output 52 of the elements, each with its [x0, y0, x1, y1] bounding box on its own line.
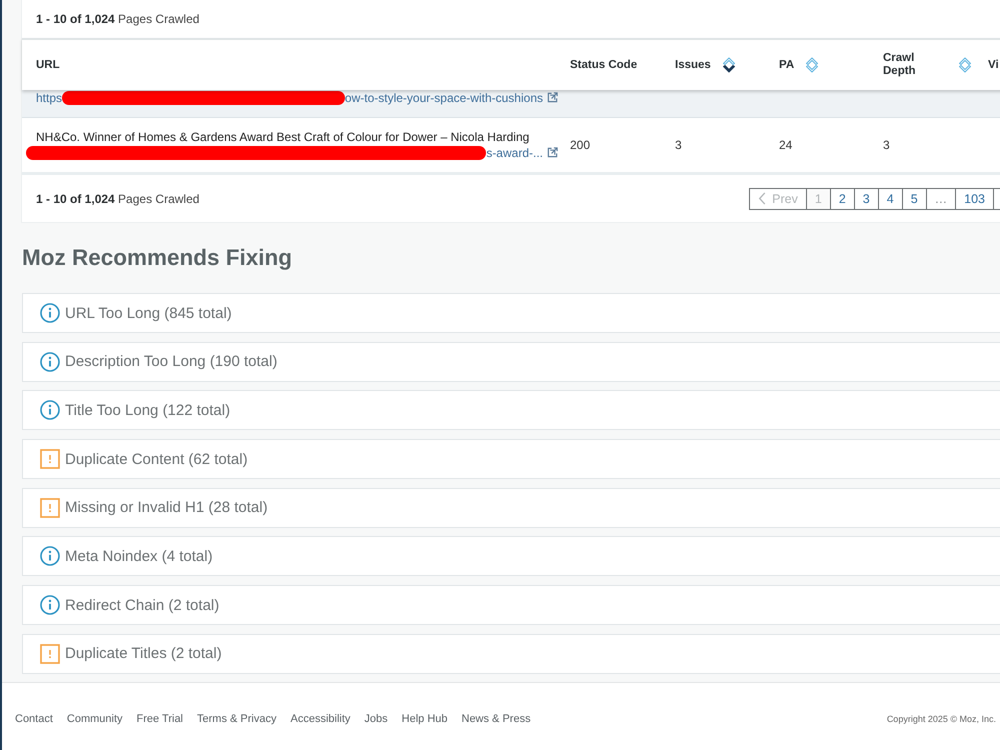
- issue-row[interactable]: Title Too Long (122 total): [22, 390, 1000, 430]
- section-heading: Moz Recommends Fixing: [22, 244, 292, 272]
- footer-link[interactable]: Terms & Privacy: [197, 712, 276, 724]
- external-link-icon[interactable]: [547, 147, 558, 158]
- issue-row[interactable]: Description Too Long (190 total): [22, 342, 1000, 382]
- external-link-icon[interactable]: [547, 92, 558, 103]
- page-button[interactable]: 103: [955, 188, 994, 210]
- issue-row[interactable]: Duplicate Content (62 total): [22, 439, 1000, 480]
- issue-row[interactable]: Duplicate Titles (2 total): [22, 634, 1000, 674]
- page-button[interactable]: 5: [902, 188, 927, 210]
- warning-icon: [40, 498, 60, 518]
- footer-link[interactable]: Community: [66, 712, 123, 724]
- chevron-left-icon: [758, 192, 766, 205]
- column-header[interactable]: PA: [779, 58, 794, 72]
- page-button[interactable]: 2: [830, 188, 855, 210]
- footer-link[interactable]: Help Hub: [402, 712, 448, 724]
- url-link[interactable]: s-award-...: [486, 146, 543, 160]
- footer-link[interactable]: Contact: [15, 712, 53, 724]
- table-cell: 200: [570, 138, 590, 152]
- footer-link[interactable]: Free Trial: [136, 712, 184, 724]
- column-header: URL: [36, 59, 60, 71]
- info-icon: [40, 595, 60, 616]
- page-title: NH&Co. Winner of Homes & Gardens Award Best Craft of Colour for Dower – Nicola Harding: [36, 130, 530, 145]
- footer-link[interactable]: Accessibility: [290, 712, 350, 724]
- issue-row[interactable]: URL Too Long (845 total): [22, 293, 1000, 333]
- table-cell: 24: [779, 138, 792, 152]
- table-cell: 3: [883, 138, 890, 152]
- issue-row[interactable]: Meta Noindex (4 total): [22, 536, 1000, 576]
- url-link[interactable]: https: [36, 90, 62, 104]
- issue-row[interactable]: Missing or Invalid H1 (28 total): [22, 488, 1000, 528]
- page-button[interactable]: 3: [854, 188, 879, 210]
- footer-link[interactable]: News & Press: [462, 712, 531, 724]
- column-header: Status Code: [570, 59, 638, 71]
- footer-link[interactable]: Jobs: [364, 712, 388, 724]
- sort-icon[interactable]: [722, 56, 736, 74]
- info-icon: [40, 400, 60, 420]
- pagination-ellipsis: …: [926, 188, 956, 210]
- column-header[interactable]: Crawl Depth: [883, 52, 947, 78]
- column-header: Vi: [988, 59, 999, 71]
- info-icon: [40, 352, 60, 372]
- info-icon: [40, 303, 60, 323]
- pagination-summary: 1 - 10 of 1,024 Pages Crawled: [36, 192, 200, 206]
- pagination-summary: 1 - 10 of 1,024 Pages Crawled: [36, 12, 200, 26]
- warning-icon: [40, 449, 60, 470]
- copyright-text: Copyright 2025 © Moz, Inc.: [886, 714, 996, 724]
- column-header[interactable]: Issues: [675, 58, 711, 72]
- info-icon: [40, 546, 60, 566]
- url-link[interactable]: ow-to-style-your-space-with-cushions: [344, 90, 543, 104]
- table-cell: 3: [675, 138, 682, 152]
- page-button[interactable]: 4: [878, 188, 903, 210]
- warning-icon: [40, 644, 60, 664]
- issue-row[interactable]: Redirect Chain (2 total): [22, 585, 1000, 626]
